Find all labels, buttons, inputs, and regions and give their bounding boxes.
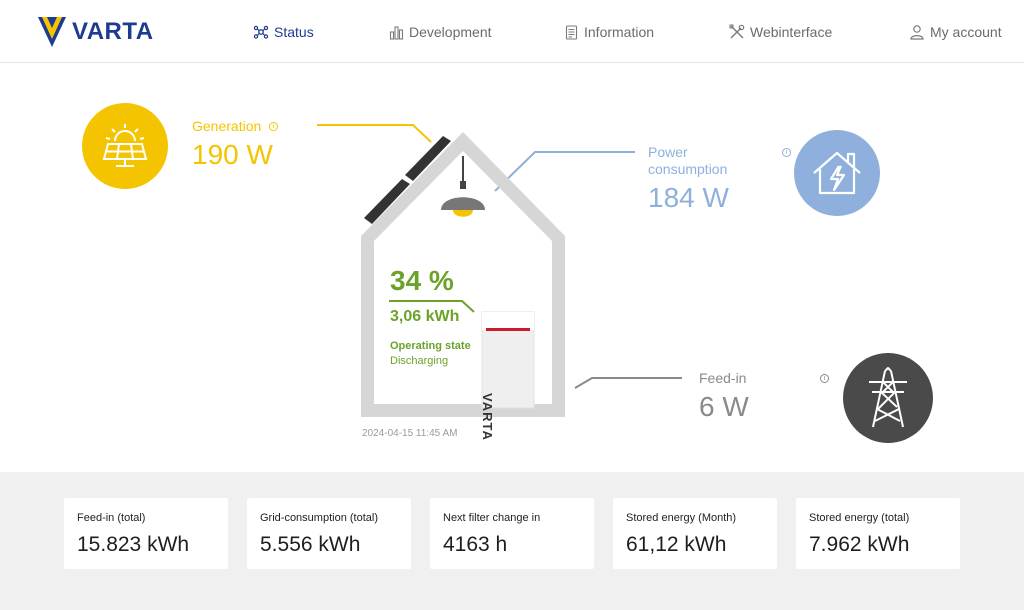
stat-value: 4163 h	[443, 533, 508, 556]
generation-icon-circle	[82, 103, 168, 189]
roof-solar-panels	[364, 136, 451, 224]
consumption-icon-circle	[794, 130, 880, 216]
power-tower-icon	[869, 367, 907, 428]
battery-percent: 34 %	[390, 265, 454, 296]
stat-label: Grid-consumption (total)	[260, 512, 378, 524]
solar-panel-icon	[102, 124, 148, 167]
nav-label: Development	[409, 24, 492, 40]
consumption-label-line2: consumption	[648, 161, 728, 177]
stat-label: Next filter change in	[443, 512, 541, 524]
feedin-icon-circle	[843, 353, 933, 443]
generation-label: Generation	[192, 118, 262, 134]
feedin-connector	[574, 377, 682, 389]
stat-card-next-filter-change: Next filter change in 4163 h	[430, 498, 594, 569]
feedin-value: 6 W	[699, 391, 749, 422]
stat-card-grid-consumption-total: Grid-consumption (total) 5.556 kWh	[247, 498, 411, 569]
stat-card-feedin-total: Feed-in (total) 15.823 kWh	[64, 498, 228, 569]
consumption-value: 184 W	[648, 182, 729, 213]
consumption-connector	[494, 151, 635, 192]
generation-connector	[317, 124, 432, 143]
tools-icon	[729, 24, 745, 39]
status-timestamp: 2024-04-15 11:45 AM	[362, 428, 458, 439]
stats-bar: Feed-in (total) 15.823 kWh Grid-consumpt…	[0, 472, 1024, 610]
stat-label: Feed-in (total)	[77, 512, 146, 524]
feedin-label: Feed-in	[699, 370, 747, 386]
consumption-label-line1: Power	[648, 144, 688, 160]
stat-card-stored-energy-total: Stored energy (total) 7.962 kWh	[796, 498, 960, 569]
app-root: VARTA Status Development Information Web…	[0, 0, 1024, 610]
nav-webinterface[interactable]: Webinterface	[729, 21, 832, 43]
battery-device-brand: VARTA	[480, 393, 495, 441]
document-icon	[565, 24, 578, 40]
stat-value: 5.556 kWh	[260, 533, 361, 556]
nav-label: Status	[274, 24, 314, 40]
user-icon	[910, 25, 924, 40]
feedin-info-icon[interactable]: i	[820, 374, 829, 383]
generation-info-icon[interactable]: i	[269, 122, 278, 131]
nav-label: My account	[930, 24, 1002, 40]
stat-label: Stored energy (total)	[809, 512, 910, 524]
nav-label: Information	[584, 24, 655, 40]
nav-my-account[interactable]: My account	[909, 21, 1002, 43]
status-overview: VARTA Generation i 190 W Power consumpti…	[0, 63, 1024, 472]
brand-name: VARTA	[72, 18, 154, 45]
varta-logo[interactable]: VARTA	[38, 17, 170, 47]
generation-value: 190 W	[192, 139, 273, 170]
battery-energy: 3,06 kWh	[390, 308, 460, 325]
operating-state-label: Operating state	[390, 340, 471, 352]
top-header: VARTA Status Development Information Web…	[0, 0, 1024, 63]
stat-label: Stored energy (Month)	[626, 512, 737, 524]
stat-value: 15.823 kWh	[77, 533, 190, 556]
bar-chart-icon	[389, 25, 404, 40]
stat-value: 61,12 kWh	[626, 533, 727, 556]
varta-logo-icon	[38, 17, 66, 47]
nav-information[interactable]: Information	[564, 21, 654, 43]
network-icon	[253, 25, 269, 39]
stat-value: 7.962 kWh	[809, 533, 910, 556]
stat-card-stored-energy-month: Stored energy (Month) 61,12 kWh	[613, 498, 777, 569]
consumption-info-icon[interactable]: i	[782, 148, 791, 157]
operating-state-value: Discharging	[390, 355, 449, 367]
nav-status[interactable]: Status	[253, 21, 314, 43]
nav-label: Webinterface	[750, 24, 833, 40]
nav-development[interactable]: Development	[389, 21, 492, 43]
house-icon	[813, 151, 861, 195]
